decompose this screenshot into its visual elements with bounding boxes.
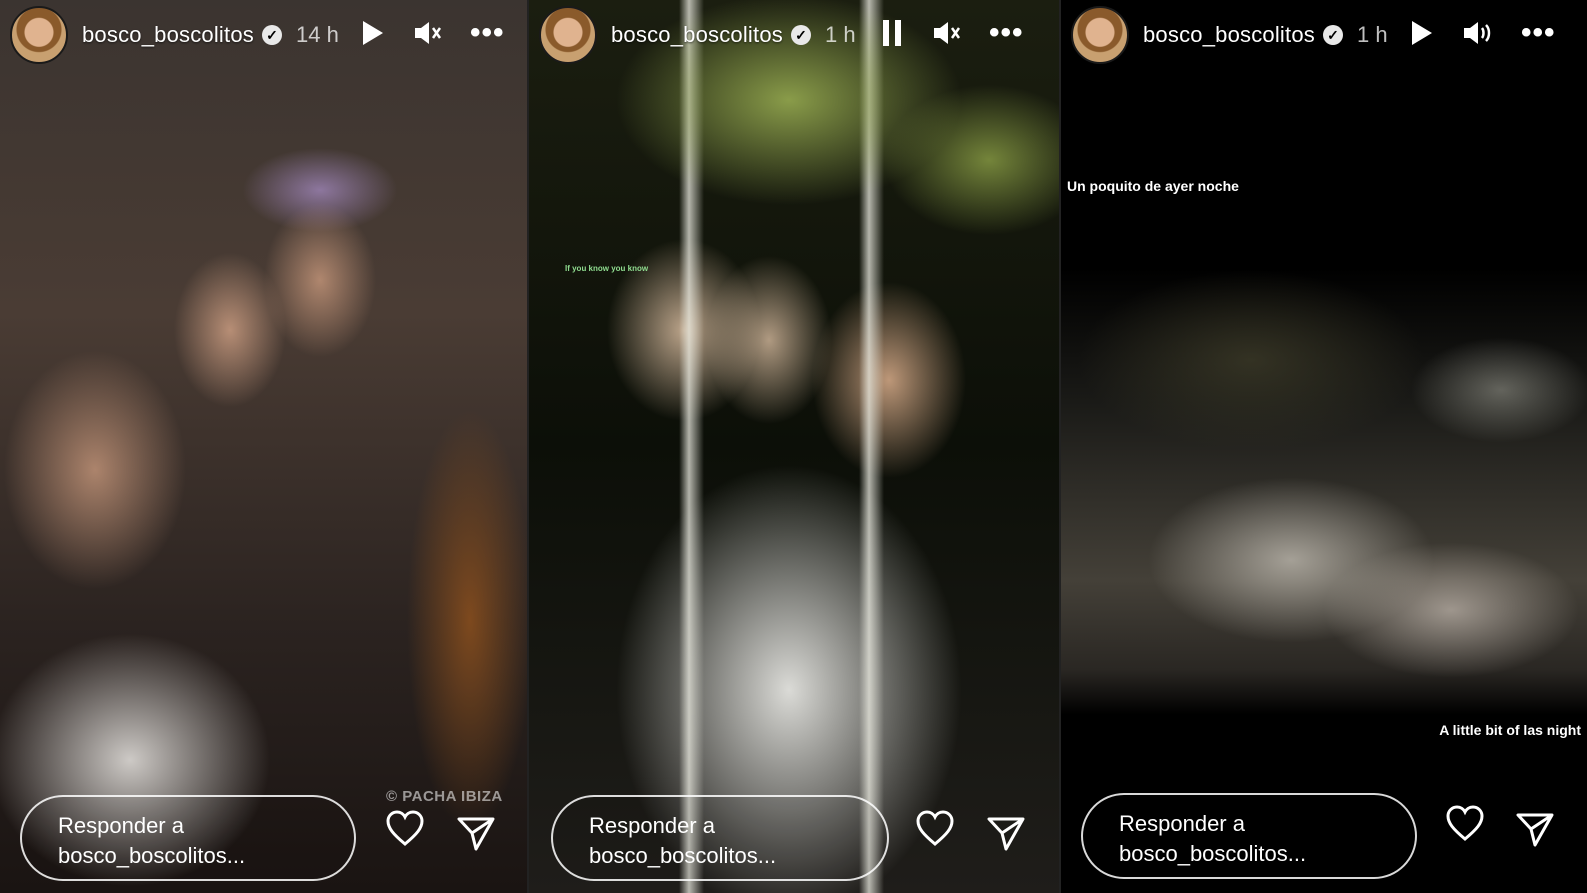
story-header: bosco_boscolitos ✓ 14 h xyxy=(0,0,527,70)
more-options-icon[interactable]: ••• xyxy=(989,16,1024,50)
speaker-muted-icon xyxy=(934,22,961,44)
verified-badge-icon: ✓ xyxy=(1322,25,1343,45)
avatar[interactable] xyxy=(539,6,597,64)
pause-icon xyxy=(883,20,901,46)
username[interactable]: bosco_boscolitos xyxy=(82,22,254,48)
sound-button[interactable] xyxy=(1459,16,1493,50)
like-button[interactable] xyxy=(915,808,955,848)
story-photo xyxy=(1061,0,1587,893)
reply-input[interactable]: Responder a bosco_boscolitos... xyxy=(20,795,356,881)
avatar[interactable] xyxy=(10,6,68,64)
play-button[interactable] xyxy=(1409,16,1435,50)
timestamp: 14 h xyxy=(295,22,339,47)
story-panel-2[interactable]: bosco_boscolitos ✓ 1 h ••• If you know y… xyxy=(529,0,1059,893)
more-options-icon[interactable]: ••• xyxy=(1521,16,1556,50)
stories-strip: bosco_boscolitos ✓ 14 h ••• © PACHA IBIZ… xyxy=(0,0,1587,893)
reply-placeholder-line-2: bosco_boscolitos... xyxy=(589,843,777,868)
speaker-muted-icon xyxy=(415,22,442,44)
verified-badge-icon: ✓ xyxy=(790,25,811,45)
heart-icon xyxy=(386,810,424,846)
story-photo xyxy=(529,0,1059,893)
username[interactable]: bosco_boscolitos xyxy=(1143,22,1315,48)
more-options-icon[interactable]: ••• xyxy=(470,16,505,50)
send-button[interactable] xyxy=(1515,809,1555,849)
story-panel-1[interactable]: bosco_boscolitos ✓ 14 h ••• © PACHA IBIZ… xyxy=(0,0,527,893)
timestamp: 1 h xyxy=(1356,22,1388,47)
timestamp: 1 h xyxy=(824,22,856,47)
play-button[interactable] xyxy=(360,16,386,50)
reply-placeholder-line-2: bosco_boscolitos... xyxy=(1119,841,1307,866)
mute-button[interactable] xyxy=(929,16,963,50)
reply-input[interactable]: Responder a bosco_boscolitos... xyxy=(551,795,889,881)
story-caption: If you know you know xyxy=(565,264,649,273)
like-button[interactable] xyxy=(1445,803,1485,843)
story-caption-bottom: A little bit of las night xyxy=(1439,722,1581,738)
heart-icon xyxy=(916,810,954,846)
send-icon xyxy=(1516,813,1554,847)
reply-input[interactable]: Responder a bosco_boscolitos... xyxy=(1081,793,1417,879)
story-photo xyxy=(0,0,527,893)
heart-icon xyxy=(1446,805,1484,841)
mute-button[interactable] xyxy=(410,16,444,50)
send-icon xyxy=(987,817,1025,851)
play-icon xyxy=(363,21,383,45)
speaker-on-icon xyxy=(1464,22,1491,44)
reply-placeholder-line-1: Responder a xyxy=(58,813,184,838)
send-button[interactable] xyxy=(456,813,496,853)
send-button[interactable] xyxy=(986,813,1026,853)
reply-placeholder-line-2: bosco_boscolitos... xyxy=(58,843,246,868)
story-panel-3[interactable]: bosco_boscolitos ✓ 1 h ••• Un poquito de… xyxy=(1061,0,1587,893)
play-icon xyxy=(1412,21,1432,45)
reply-placeholder-line-1: Responder a xyxy=(1119,811,1245,836)
story-header: bosco_boscolitos ✓ 1 h xyxy=(529,0,1059,70)
send-icon xyxy=(457,817,495,851)
like-button[interactable] xyxy=(385,808,425,848)
story-caption-top: Un poquito de ayer noche xyxy=(1067,178,1239,194)
story-header: bosco_boscolitos ✓ 1 h xyxy=(1061,0,1587,70)
reply-placeholder-line-1: Responder a xyxy=(589,813,715,838)
location-sticker[interactable]: © PACHA IBIZA xyxy=(386,788,503,805)
username[interactable]: bosco_boscolitos xyxy=(611,22,783,48)
avatar[interactable] xyxy=(1071,6,1129,64)
pause-button[interactable] xyxy=(879,16,905,50)
verified-badge-icon: ✓ xyxy=(261,25,282,45)
